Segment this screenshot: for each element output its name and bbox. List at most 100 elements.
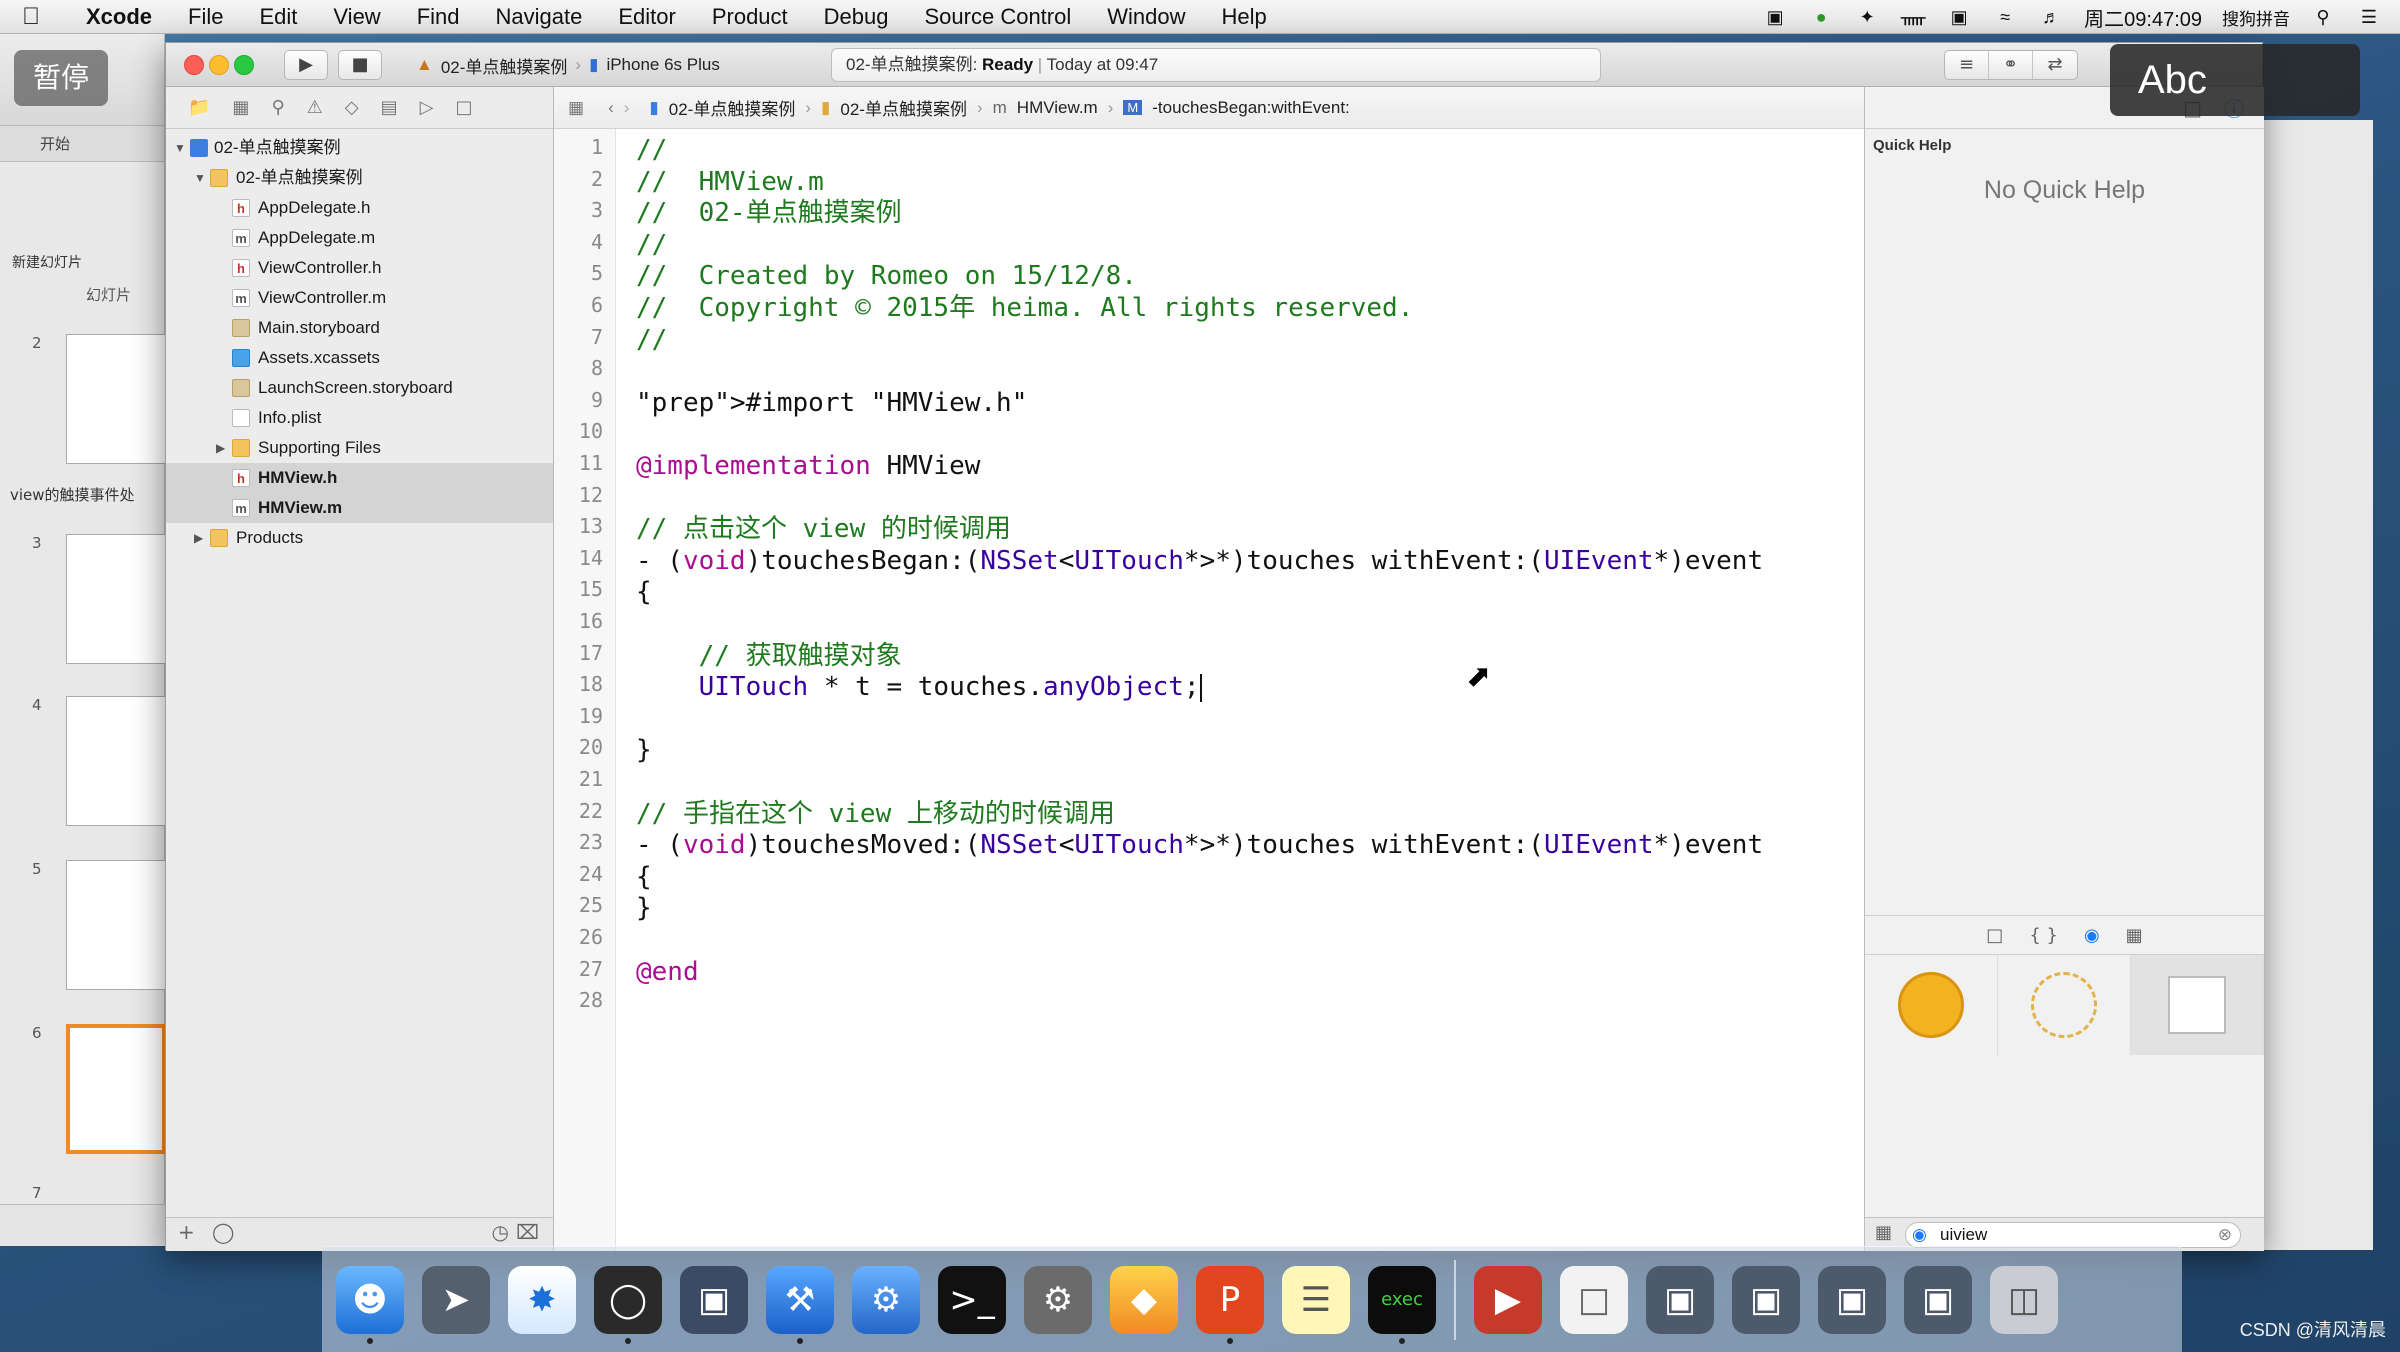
- stop-button[interactable]: ■: [338, 50, 382, 80]
- tree-item-file[interactable]: Assets.xcassets: [166, 343, 553, 373]
- menu-help[interactable]: Help: [1204, 4, 1285, 30]
- tree-item-file[interactable]: h HMView.h: [166, 463, 553, 493]
- tree-item-file[interactable]: Main.storyboard: [166, 313, 553, 343]
- tree-item-folder[interactable]: ▶ Supporting Files: [166, 433, 553, 463]
- menu-app[interactable]: Xcode: [64, 4, 170, 30]
- clear-filter-icon[interactable]: ⊗: [2218, 1223, 2232, 1247]
- standard-editor-icon[interactable]: ≡: [1945, 51, 1989, 79]
- report-navigator-icon[interactable]: □: [455, 97, 472, 118]
- code-line[interactable]: //: [636, 325, 667, 356]
- tree-item-file[interactable]: m ViewController.m: [166, 283, 553, 313]
- tree-item-file-selected[interactable]: m HMView.m: [166, 493, 553, 523]
- test-navigator-icon[interactable]: ◇: [345, 97, 359, 118]
- trash-icon[interactable]: ◫: [1990, 1265, 2058, 1334]
- slide-thumbnail[interactable]: [66, 334, 166, 464]
- code-line[interactable]: {: [636, 862, 652, 893]
- input-method[interactable]: 搜狗拼音: [2222, 5, 2290, 30]
- tree-item-file[interactable]: Info.plist: [166, 403, 553, 433]
- tree-item-group[interactable]: ▼ 02-单点触摸案例: [166, 163, 553, 193]
- slide-thumbnail[interactable]: [66, 860, 166, 990]
- minimize-window-button[interactable]: [209, 55, 229, 75]
- version-editor-icon[interactable]: ⇄: [2033, 51, 2077, 79]
- airplane-icon[interactable]: ✦: [1854, 7, 1880, 27]
- sketch-icon[interactable]: ◆: [1110, 1265, 1178, 1334]
- object-library-icon[interactable]: ◉: [2084, 925, 2100, 946]
- library-item[interactable]: [1998, 955, 2131, 1055]
- minimized-window-icon[interactable]: ▣: [1818, 1265, 1886, 1334]
- find-navigator-icon[interactable]: ⚲: [271, 97, 284, 118]
- scm-filter-icon[interactable]: ⌧: [516, 1220, 539, 1244]
- jumpbar-file[interactable]: HMView.m: [1017, 98, 1098, 118]
- new-slide-label[interactable]: 新建幻灯片: [12, 252, 82, 272]
- menu-debug[interactable]: Debug: [806, 4, 907, 30]
- menu-editor[interactable]: Editor: [600, 4, 693, 30]
- apple-menu-icon[interactable]: : [22, 3, 64, 31]
- code-line[interactable]: //: [636, 135, 667, 166]
- slide-thumbnail[interactable]: [66, 696, 166, 826]
- minimized-window-icon[interactable]: ▣: [1732, 1265, 1800, 1334]
- library-item[interactable]: [2131, 955, 2264, 1055]
- code-line[interactable]: // HMView.m: [636, 167, 824, 198]
- system-preferences-icon[interactable]: ⚙: [1024, 1265, 1092, 1334]
- slide-thumbnail[interactable]: [66, 534, 166, 664]
- status-green-icon[interactable]: ●: [1808, 7, 1834, 27]
- tree-item-file[interactable]: h AppDelegate.h: [166, 193, 553, 223]
- menu-file[interactable]: File: [170, 4, 241, 30]
- bluetooth-icon[interactable]: ᚅ: [1900, 7, 1926, 27]
- safari-icon[interactable]: ✸: [508, 1265, 576, 1334]
- slide-section-label[interactable]: view的触摸事件处: [10, 484, 135, 505]
- wifi-icon[interactable]: ≈: [1992, 7, 2018, 27]
- notes-icon[interactable]: ☰: [1282, 1265, 1350, 1334]
- console-icon[interactable]: exec: [1368, 1265, 1436, 1344]
- close-window-button[interactable]: [184, 55, 204, 75]
- debug-navigator-icon[interactable]: ▤: [381, 97, 398, 118]
- terminal-icon[interactable]: >_: [938, 1265, 1006, 1334]
- mouse-app-icon[interactable]: ◯: [594, 1265, 662, 1344]
- screen-recorder-icon[interactable]: ▶: [1474, 1265, 1542, 1334]
- code-line[interactable]: // 点击这个 view 的时候调用: [636, 514, 1011, 545]
- recent-files-icon[interactable]: ◷: [492, 1220, 509, 1244]
- media-library-icon[interactable]: ▦: [2126, 925, 2143, 946]
- menu-product[interactable]: Product: [694, 4, 806, 30]
- run-button[interactable]: ▶: [284, 50, 328, 80]
- code-line[interactable]: }: [636, 893, 652, 924]
- file-template-icon[interactable]: □: [1986, 925, 2003, 946]
- code-line[interactable]: }: [636, 735, 652, 766]
- breakpoint-navigator-icon[interactable]: ▷: [420, 97, 434, 118]
- code-line[interactable]: // 获取触摸对象: [636, 641, 902, 672]
- filter-scope-icon[interactable]: ◯: [212, 1220, 234, 1244]
- minimized-window-icon[interactable]: ▣: [1904, 1265, 1972, 1334]
- tree-item-file[interactable]: m AppDelegate.m: [166, 223, 553, 253]
- code-line[interactable]: // 手指在这个 view 上移动的时候调用: [636, 799, 1115, 830]
- code-line[interactable]: // Copyright © 2015年 heima. All rights r…: [636, 293, 1413, 324]
- tree-item-file[interactable]: LaunchScreen.storyboard: [166, 373, 553, 403]
- code-line[interactable]: - (void)touchesBegan:(NSSet<UITouch*>*)t…: [636, 546, 1763, 577]
- notification-list-icon[interactable]: ☰: [2356, 7, 2382, 27]
- code-line[interactable]: UITouch * t = touches.anyObject;: [636, 672, 1202, 703]
- jumpbar-project[interactable]: 02-单点触摸案例: [669, 95, 796, 120]
- tree-item-products[interactable]: ▶ Products: [166, 523, 553, 553]
- tree-item-file[interactable]: h ViewController.h: [166, 253, 553, 283]
- xcode-icon[interactable]: ⚒: [766, 1265, 834, 1344]
- slide-thumbnail-selected[interactable]: [66, 1024, 166, 1154]
- code-line[interactable]: @end: [636, 957, 699, 988]
- grid-view-icon[interactable]: ▦: [1875, 1222, 1892, 1243]
- volume-icon[interactable]: ♬: [2038, 7, 2064, 27]
- code-line[interactable]: - (void)touchesMoved:(NSSet<UITouch*>*)t…: [636, 830, 1763, 861]
- pause-badge[interactable]: 暂停: [14, 50, 108, 106]
- library-filter-input[interactable]: ◉ uiview ⊗: [1905, 1222, 2241, 1248]
- symbol-navigator-icon[interactable]: ▦: [232, 97, 249, 118]
- disclosure-triangle-icon[interactable]: ▼: [174, 133, 186, 163]
- disclosure-triangle-icon[interactable]: ▼: [194, 163, 206, 193]
- powerpoint-icon[interactable]: P: [1196, 1265, 1264, 1344]
- minimized-window-icon[interactable]: □: [1560, 1265, 1628, 1334]
- launchpad-icon[interactable]: ➤: [422, 1265, 490, 1334]
- related-items-icon[interactable]: ▦: [568, 98, 584, 118]
- jumpbar-method[interactable]: -touchesBegan:withEvent:: [1152, 98, 1350, 118]
- scheme-selector[interactable]: ▲ 02-单点触摸案例 › ▮ iPhone 6s Plus: [416, 50, 720, 80]
- jumpbar-group[interactable]: 02-单点触摸案例: [840, 95, 967, 120]
- assistant-editor-icon[interactable]: ⚭: [1989, 51, 2033, 79]
- disclosure-triangle-icon[interactable]: ▶: [194, 523, 203, 553]
- forward-icon[interactable]: ›: [624, 98, 630, 118]
- menu-source-control[interactable]: Source Control: [907, 4, 1090, 30]
